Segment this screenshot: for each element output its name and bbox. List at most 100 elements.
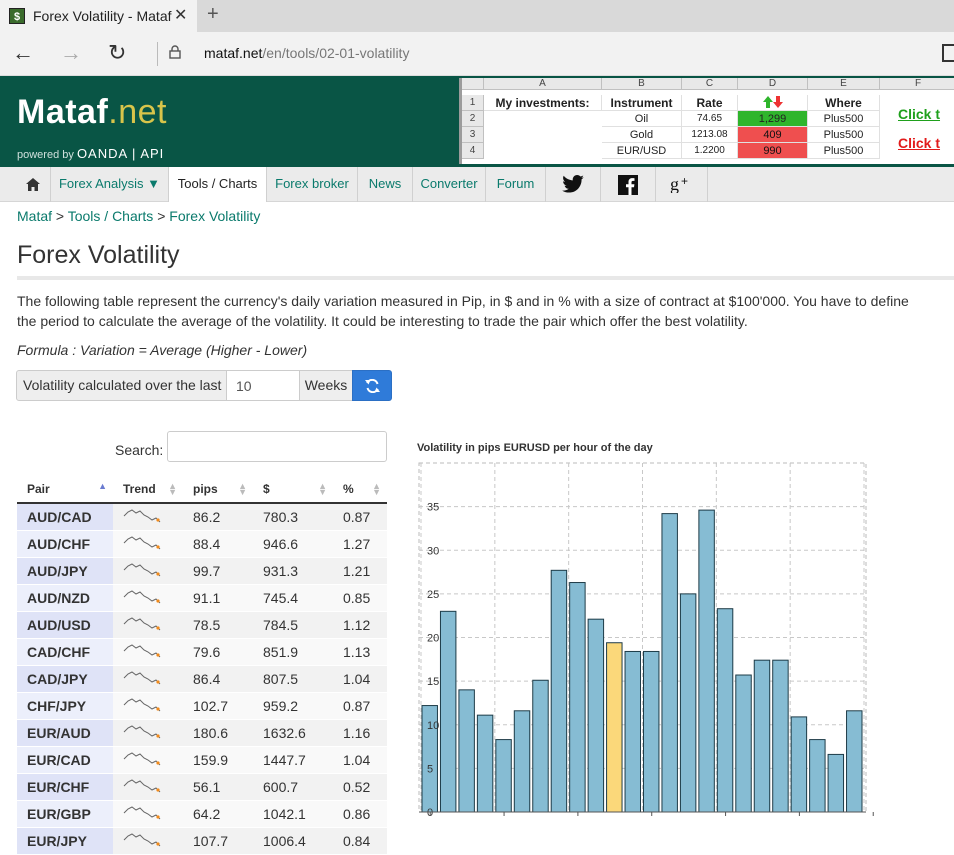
table-row[interactable]: EUR/JPY 107.7 1006.4 0.84 <box>17 827 387 855</box>
sheet-where: Plus500 <box>808 111 880 127</box>
new-tab-icon[interactable]: + <box>207 3 219 26</box>
pair-cell[interactable]: CAD/JPY <box>17 665 113 693</box>
page-title: Forex Volatility <box>17 241 180 269</box>
pair-cell[interactable]: AUD/CAD <box>17 503 113 531</box>
pair-cell[interactable]: CHF/JPY <box>17 692 113 720</box>
pair-cell[interactable]: CAD/CHF <box>17 638 113 666</box>
bar <box>716 608 734 813</box>
sheet-col-a: A <box>484 78 602 90</box>
bar <box>532 679 549 813</box>
y-tick-label: 5 <box>427 763 433 775</box>
table-row[interactable]: AUD/USD 78.5 784.5 1.12 <box>17 611 387 639</box>
pair-cell[interactable]: EUR/JPY <box>17 827 113 855</box>
google-plus-icon[interactable]: g + <box>656 167 708 202</box>
browser-tab[interactable]: $ Forex Volatility - Mataf ✕ <box>0 0 197 32</box>
sheet-instrument: Gold <box>602 127 682 143</box>
column-header-pct[interactable]: % ▲ ▼ <box>333 476 387 504</box>
sheet-instrument: Oil <box>602 111 682 127</box>
reload-icon[interactable]: ↻ <box>108 40 126 66</box>
breadcrumb: Mataf > Tools / Charts > Forex Volatilit… <box>17 208 261 224</box>
menu-forex-broker[interactable]: Forex broker <box>267 167 358 202</box>
search-input[interactable] <box>167 431 387 462</box>
table-row[interactable]: AUD/JPY 99.7 931.3 1.21 <box>17 557 387 585</box>
table-row[interactable]: AUD/CAD 86.2 780.3 0.87 <box>17 503 387 531</box>
breadcrumb-current[interactable]: Forex Volatility <box>169 208 260 224</box>
back-arrow-icon[interactable]: ← <box>12 40 34 66</box>
column-header-pips[interactable]: pips ▲ ▼ <box>183 476 253 504</box>
formula-text: Formula : Variation = Average (Higher - … <box>17 342 308 358</box>
pair-cell[interactable]: AUD/USD <box>17 611 113 639</box>
sheet-col-b: B <box>602 78 682 90</box>
menu-forex-analysis[interactable]: Forex Analysis ▼ <box>51 167 169 202</box>
sheet-row-number: 2 <box>462 111 484 127</box>
trend-sparkline-icon <box>113 719 183 747</box>
table-row[interactable]: EUR/CHF 56.1 600.7 0.52 <box>17 773 387 801</box>
spreadsheet-ad[interactable]: A B C D E F 1 2 3 4 My investments: Inst… <box>459 78 954 164</box>
usd-cell: 1006.4 <box>253 827 333 855</box>
reading-view-icon[interactable] <box>942 44 954 62</box>
pips-cell: 64.2 <box>183 800 253 828</box>
sheet-click-link[interactable]: Click t <box>898 133 954 153</box>
breadcrumb-tools[interactable]: Tools / Charts <box>68 208 154 224</box>
pair-cell[interactable]: EUR/CAD <box>17 746 113 774</box>
trend-sparkline-icon <box>113 503 183 531</box>
pair-cell[interactable]: EUR/GBP <box>17 800 113 828</box>
bar <box>643 650 660 813</box>
pct-cell: 1.16 <box>333 719 387 747</box>
menu-converter[interactable]: Converter <box>413 167 486 202</box>
pips-cell: 79.6 <box>183 638 253 666</box>
table-row[interactable]: CAD/JPY 86.4 807.5 1.04 <box>17 665 387 693</box>
main-menu: Forex Analysis ▼ Tools / Charts Forex br… <box>0 167 954 202</box>
breadcrumb-home[interactable]: Mataf <box>17 208 52 224</box>
menu-forum[interactable]: Forum <box>486 167 546 202</box>
url-field[interactable]: mataf.net/en/tools/02-01-volatility <box>204 45 409 61</box>
table-row[interactable]: AUD/NZD 91.1 745.4 0.85 <box>17 584 387 612</box>
site-logo[interactable]: Mataf.net <box>17 93 167 132</box>
pips-cell: 86.4 <box>183 665 253 693</box>
sheet-rate: 74.65 <box>682 111 738 127</box>
table-row[interactable]: CAD/CHF 79.6 851.9 1.13 <box>17 638 387 666</box>
trend-sparkline-icon <box>113 665 183 693</box>
bar <box>606 642 623 813</box>
pct-cell: 1.13 <box>333 638 387 666</box>
trend-sparkline-icon <box>113 638 183 666</box>
pct-cell: 0.52 <box>333 773 387 801</box>
pips-cell: 159.9 <box>183 746 253 774</box>
address-separator <box>157 42 158 66</box>
column-header-trend[interactable]: Trend ▲ ▼ <box>113 476 183 504</box>
up-down-arrows-icon <box>738 95 808 111</box>
bar <box>513 710 531 813</box>
pct-cell: 0.85 <box>333 584 387 612</box>
pair-cell[interactable]: AUD/NZD <box>17 584 113 612</box>
menu-tools-charts[interactable]: Tools / Charts <box>169 167 267 202</box>
weeks-input[interactable] <box>226 370 300 401</box>
table-row[interactable]: CHF/JPY 102.7 959.2 0.87 <box>17 692 387 720</box>
table-row[interactable]: EUR/GBP 64.2 1042.1 0.86 <box>17 800 387 828</box>
pct-cell: 1.27 <box>333 530 387 558</box>
usd-cell: 931.3 <box>253 557 333 585</box>
column-header-pair[interactable]: Pair ▲ <box>17 476 113 504</box>
volatility-table: Pair ▲ Trend ▲ ▼ pips ▲ ▼ $ ▲ ▼ % ▲ ▼ AUD/CAD 86.2… <box>17 476 387 855</box>
pair-cell[interactable]: EUR/AUD <box>17 719 113 747</box>
twitter-icon[interactable] <box>546 167 601 202</box>
pair-cell[interactable]: AUD/CHF <box>17 530 113 558</box>
trend-sparkline-icon <box>113 827 183 855</box>
close-tab-icon[interactable]: ✕ <box>174 5 187 25</box>
sheet-rate: 1.2200 <box>682 143 738 159</box>
table-row[interactable]: AUD/CHF 88.4 946.6 1.27 <box>17 530 387 558</box>
sheet-col-f: F <box>880 78 954 90</box>
home-icon[interactable] <box>17 167 51 202</box>
pct-cell: 0.84 <box>333 827 387 855</box>
table-row[interactable]: EUR/AUD 180.6 1632.6 1.16 <box>17 719 387 747</box>
pair-cell[interactable]: AUD/JPY <box>17 557 113 585</box>
menu-news[interactable]: News <box>358 167 413 202</box>
forward-arrow-icon[interactable]: → <box>60 40 82 66</box>
bar <box>698 509 715 813</box>
pair-cell[interactable]: EUR/CHF <box>17 773 113 801</box>
column-header-usd[interactable]: $ ▲ ▼ <box>253 476 333 504</box>
refresh-button[interactable] <box>352 370 392 401</box>
pips-cell: 78.5 <box>183 611 253 639</box>
sheet-click-link[interactable]: Click t <box>898 104 954 124</box>
facebook-icon[interactable] <box>601 167 656 202</box>
table-row[interactable]: EUR/CAD 159.9 1447.7 1.04 <box>17 746 387 774</box>
